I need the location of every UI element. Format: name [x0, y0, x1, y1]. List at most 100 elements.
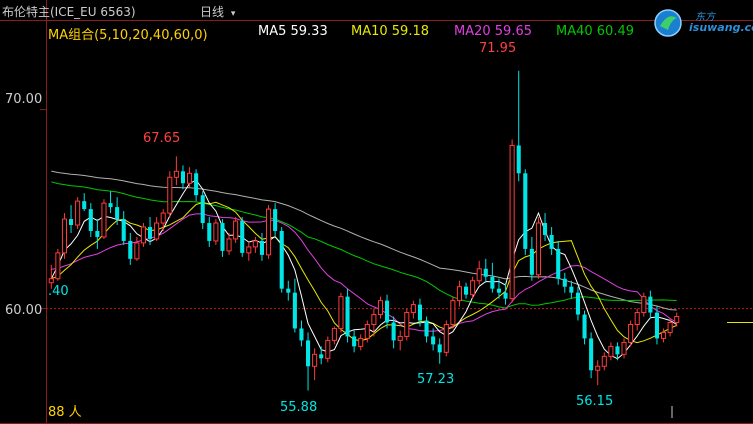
candle-body: [160, 212, 166, 224]
candle-body: [490, 276, 495, 289]
candle-body: [325, 339, 331, 359]
candle-body: [608, 345, 614, 357]
candle-body: [634, 312, 640, 325]
high-label-left: 67.65: [143, 131, 181, 146]
candle-body: [338, 296, 344, 329]
candle-body: [48, 278, 54, 284]
candle-body: [424, 320, 429, 337]
candle-body: [648, 296, 653, 313]
candle-body: [55, 252, 61, 280]
candle-body: [364, 323, 370, 339]
candle-body: [582, 314, 587, 339]
candle-body: [529, 248, 534, 275]
isuwang-logo-icon: 东方 isuwang.com: [651, 6, 753, 40]
candle-body: [464, 286, 469, 295]
low-label-3: 56.15: [576, 394, 614, 409]
candle-body: [410, 304, 416, 314]
candle-body: [385, 300, 390, 323]
candle-body: [140, 226, 146, 244]
candle-body: [575, 292, 580, 315]
candle-body: [667, 322, 673, 333]
candle-body: [121, 219, 126, 241]
candle-body: [134, 242, 140, 260]
ma5-label: MA5 59.33: [258, 24, 328, 39]
candle-body: [641, 296, 647, 314]
candle-body: [443, 323, 449, 353]
candle-body: [148, 227, 153, 239]
y-tick-70: 70.00: [5, 92, 43, 107]
candle-body: [331, 327, 337, 341]
candle-body: [312, 353, 318, 367]
ma40-line: [51, 181, 677, 309]
candle-body: [595, 365, 601, 371]
candle-body: [88, 209, 93, 231]
candle-body: [404, 312, 410, 337]
candle-body: [286, 288, 291, 293]
candle-body: [509, 144, 515, 300]
dropdown-arrow-icon: ▾: [230, 9, 236, 19]
candle-body: [516, 145, 521, 174]
candle-body: [661, 331, 667, 339]
low-label-2: 57.23: [417, 372, 455, 387]
y-tick-60: 60.00: [5, 303, 43, 318]
candle-body: [470, 280, 476, 296]
candle-body: [306, 340, 311, 367]
candle-body: [654, 312, 659, 339]
candle-body: [562, 278, 567, 287]
candle-body: [371, 314, 377, 325]
candle-body: [167, 176, 173, 214]
low-label-1: 55.88: [280, 400, 318, 415]
candle-body: [233, 220, 239, 240]
candle-body: [279, 230, 284, 289]
candle-body: [220, 223, 225, 251]
candle-body: [397, 335, 403, 341]
candle-body: [456, 286, 462, 302]
period-selector[interactable]: 日线 ▾: [200, 3, 235, 20]
candle-body: [207, 223, 212, 241]
candle-body: [556, 248, 561, 279]
candle-body: [95, 230, 100, 237]
candle-body: [82, 201, 87, 210]
candle-body: [621, 341, 627, 355]
candle-body: [503, 292, 508, 299]
candle-body: [101, 202, 107, 238]
candle-body: [154, 222, 160, 240]
period-label: 日线: [200, 5, 225, 19]
candle-body: [352, 336, 357, 347]
candle-body: [252, 240, 258, 248]
left-price-label: .40: [48, 284, 69, 299]
candle-body: [437, 344, 442, 353]
candle-body: [377, 300, 383, 316]
candle-body: [601, 355, 607, 367]
bottom-left-label: 88 人: [48, 405, 82, 420]
candle-body: [226, 238, 232, 252]
candle-body: [173, 170, 179, 178]
candle-body: [259, 240, 264, 255]
candle-body: [108, 203, 113, 208]
kline-chart[interactable]: [0, 0, 753, 424]
candle-body: [483, 268, 488, 277]
ma10-label: MA10 59.18: [351, 24, 429, 39]
ma40-label: MA40 60.49: [556, 24, 634, 39]
candle-body: [69, 219, 74, 226]
candle-body: [180, 171, 185, 184]
candle-body: [345, 296, 350, 337]
logo-text: isuwang.com: [689, 21, 753, 34]
candle-body: [319, 354, 324, 359]
candle-body: [273, 209, 278, 231]
high-label-main: 71.95: [479, 41, 517, 56]
candle-body: [549, 234, 554, 249]
candle-body: [292, 292, 297, 329]
candle-body: [128, 240, 133, 259]
candle-body: [115, 207, 120, 220]
candle-body: [213, 222, 219, 242]
candle-body: [187, 172, 193, 184]
candle-body: [200, 195, 205, 224]
ma-group-label: MA组合(5,10,20,40,60,0): [48, 28, 208, 43]
candle-body: [75, 200, 81, 226]
candle-body: [266, 208, 272, 256]
candle-body: [674, 316, 680, 324]
instrument-title: 布伦特主(ICE_EU 6563): [2, 5, 136, 19]
candle-body: [476, 268, 482, 282]
candle-body: [569, 286, 574, 293]
